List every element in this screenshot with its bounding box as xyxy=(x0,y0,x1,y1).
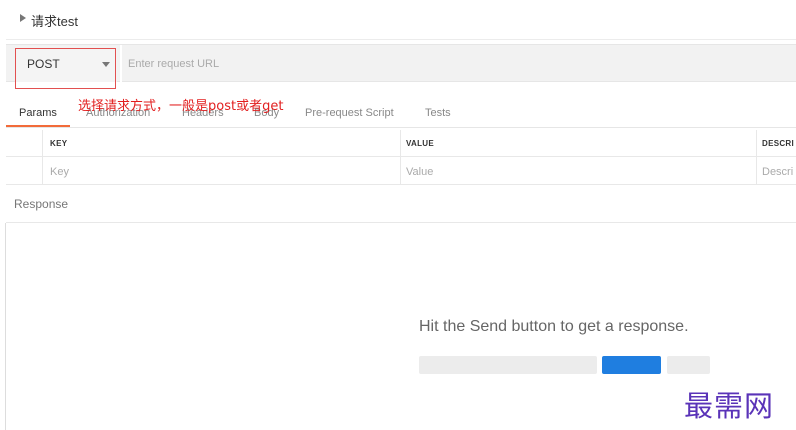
placeholder-bar xyxy=(419,356,597,374)
tab-body[interactable]: Body xyxy=(254,107,279,119)
chevron-down-icon xyxy=(102,62,110,67)
key-input[interactable] xyxy=(50,163,390,181)
watermark-logo: 最需网 xyxy=(684,389,775,423)
response-header: Response xyxy=(6,185,796,223)
placeholder-bar xyxy=(667,356,710,374)
tab-tests[interactable]: Tests xyxy=(425,107,451,119)
tab-headers[interactable]: Headers xyxy=(182,107,224,119)
divider xyxy=(120,45,122,83)
tab-authorization[interactable]: Authorization xyxy=(86,107,150,119)
method-label: POST xyxy=(27,57,60,71)
active-tab-indicator xyxy=(6,125,70,127)
request-tabs: Params Authorization Headers Body Pre-re… xyxy=(6,98,796,128)
method-select[interactable]: POST xyxy=(15,46,117,82)
column-header-description: DESCRI xyxy=(762,139,795,148)
caret-right-icon[interactable] xyxy=(20,14,26,22)
send-button-illustration xyxy=(602,356,661,374)
table-header-row xyxy=(6,130,796,157)
column-divider xyxy=(400,130,401,185)
empty-response-message: Hit the Send button to get a response. xyxy=(419,318,689,335)
tab-pre-request-script[interactable]: Pre-request Script xyxy=(305,107,394,119)
params-table: KEY VALUE DESCRI xyxy=(6,130,796,185)
url-bar: POST xyxy=(6,44,796,83)
column-header-key: KEY xyxy=(50,139,68,148)
url-input[interactable] xyxy=(128,49,788,79)
description-input[interactable] xyxy=(762,163,796,181)
value-input[interactable] xyxy=(406,163,746,181)
column-header-value: VALUE xyxy=(406,139,435,148)
request-header: 请求test xyxy=(6,0,796,40)
request-name[interactable]: 请求test xyxy=(31,11,78,30)
column-divider xyxy=(756,130,757,185)
response-title: Response xyxy=(14,197,69,211)
tab-params[interactable]: Params xyxy=(19,107,57,119)
column-divider xyxy=(42,130,43,185)
panel-border xyxy=(5,223,6,430)
